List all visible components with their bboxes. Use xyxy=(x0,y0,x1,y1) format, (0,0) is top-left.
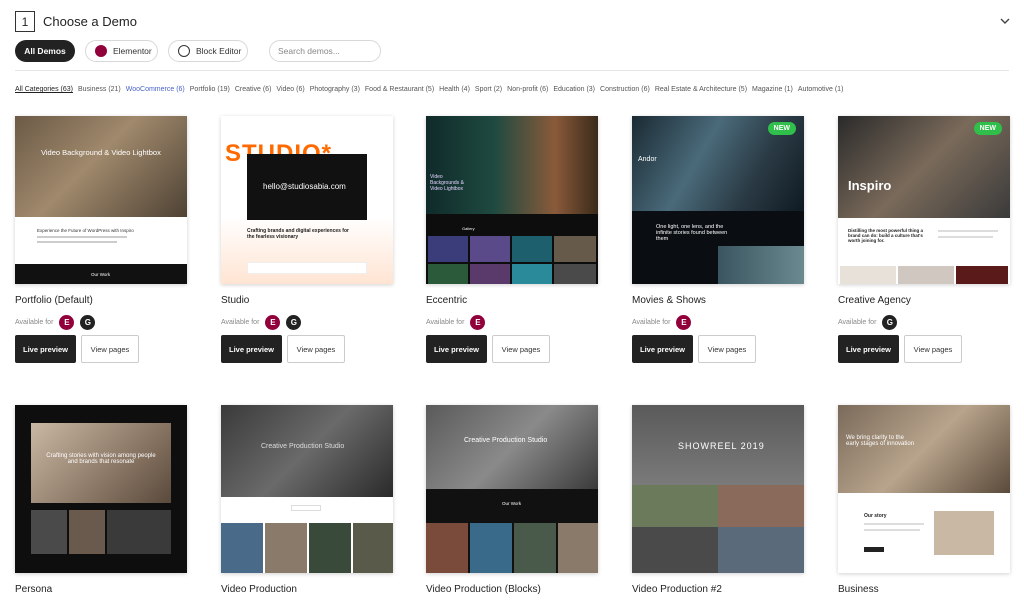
block-editor-icon: G xyxy=(882,314,898,330)
available-for: Available for G xyxy=(838,314,898,330)
thumb-footer: Crafting brands and digital experiences … xyxy=(247,228,349,240)
available-for-label: Available for xyxy=(632,318,671,326)
demo-thumbnail[interactable]: Crafting stories with vision among peopl… xyxy=(15,405,187,573)
category-all[interactable]: All Categories (63) xyxy=(15,86,73,93)
thumb-subheading: One light, one lens, and the infinite st… xyxy=(656,224,728,242)
live-preview-button[interactable]: Live preview xyxy=(632,335,693,363)
available-for: Available for E xyxy=(426,314,486,330)
elementor-icon xyxy=(95,45,107,57)
demo-thumbnail[interactable]: Video Backgrounds & Video Lightbox Galle… xyxy=(426,116,598,284)
thumb-heading: We bring clarity to the early stages of … xyxy=(846,435,915,447)
available-for-label: Available for xyxy=(221,318,260,326)
demo-title: Studio xyxy=(221,295,250,306)
demo-thumbnail[interactable]: STUDIO* hello@studiosabia.com Crafting b… xyxy=(221,116,393,284)
available-for-label: Available for xyxy=(426,318,465,326)
thumb-heading: Creative Production Studio xyxy=(261,443,345,450)
demo-title: Movies & Shows xyxy=(632,295,706,306)
thumb-subheading: Experience the Future of WordPress with … xyxy=(37,228,134,233)
demo-thumbnail[interactable]: Inspiro Distilling the most powerful thi… xyxy=(838,116,1010,284)
thumb-heading: Andor xyxy=(638,156,657,163)
demo-thumbnail[interactable]: Creative Production Studio Our Work xyxy=(426,405,598,573)
view-pages-button[interactable]: View pages xyxy=(492,335,550,363)
demo-title: Creative Agency xyxy=(838,295,911,306)
elementor-icon: E xyxy=(265,314,281,330)
filter-elementor-label: Elementor xyxy=(113,46,152,56)
demo-title: Video Production #2 xyxy=(632,584,722,595)
category-video[interactable]: Video (6) xyxy=(276,86,304,93)
new-badge: NEW xyxy=(767,122,796,135)
thumb-subheading: Distilling the most powerful thing a bra… xyxy=(848,228,923,243)
thumb-footer: Our Work xyxy=(91,272,111,277)
thumb-email: hello@studiosabia.com xyxy=(263,182,346,191)
view-pages-button[interactable]: View pages xyxy=(81,335,139,363)
category-automotive[interactable]: Automotive (1) xyxy=(798,86,844,93)
category-food-restaurant[interactable]: Food & Restaurant (5) xyxy=(365,86,434,93)
demo-thumbnail[interactable]: SHOWREEL 2019 xyxy=(632,405,804,573)
demo-thumbnail[interactable]: Andor One light, one lens, and the infin… xyxy=(632,116,804,284)
view-pages-button[interactable]: View pages xyxy=(287,335,345,363)
demo-title: Business xyxy=(838,584,879,595)
elementor-icon: E xyxy=(59,314,75,330)
available-for-label: Available for xyxy=(838,318,877,326)
chevron-down-icon[interactable] xyxy=(999,15,1011,27)
demo-thumbnail[interactable]: Video Background & Video Lightbox Experi… xyxy=(15,116,187,284)
category-woocommerce[interactable]: WooCommerce (6) xyxy=(126,86,185,93)
live-preview-button[interactable]: Live preview xyxy=(426,335,487,363)
category-portfolio[interactable]: Portfolio (19) xyxy=(190,86,230,93)
thumb-gallery: Gallery xyxy=(462,226,475,231)
category-photography[interactable]: Photography (3) xyxy=(310,86,360,93)
demo-title: Video Production (Blocks) xyxy=(426,584,541,595)
category-sport[interactable]: Sport (2) xyxy=(475,86,502,93)
divider xyxy=(15,70,1009,71)
available-for: Available for E xyxy=(632,314,692,330)
demo-title: Persona xyxy=(15,584,53,595)
wordpress-icon xyxy=(178,45,190,57)
available-for: Available for E G xyxy=(221,314,302,330)
category-magazine[interactable]: Magazine (1) xyxy=(752,86,793,93)
block-editor-icon: G xyxy=(80,314,96,330)
live-preview-button[interactable]: Live preview xyxy=(221,335,282,363)
new-badge: NEW xyxy=(973,122,1002,135)
search-placeholder: Search demos... xyxy=(278,46,340,56)
thumb-subheading: Our story xyxy=(864,513,887,519)
available-for: Available for E G xyxy=(15,314,96,330)
search-input[interactable]: Search demos... xyxy=(269,40,381,62)
demo-title: Video Production xyxy=(221,584,297,595)
category-real-estate[interactable]: Real Estate & Architecture (5) xyxy=(655,86,747,93)
category-health[interactable]: Health (4) xyxy=(439,86,470,93)
thumb-heading: Video Background & Video Lightbox xyxy=(41,148,161,157)
thumb-heading: Video Backgrounds & Video Lightbox xyxy=(430,174,464,192)
thumb-heading: Inspiro xyxy=(848,178,892,193)
filter-block-editor[interactable]: Block Editor xyxy=(168,40,248,62)
filter-elementor[interactable]: Elementor xyxy=(85,40,158,62)
category-education[interactable]: Education (3) xyxy=(553,86,595,93)
block-editor-icon: G xyxy=(286,314,302,330)
available-for-label: Available for xyxy=(15,318,54,326)
step-number: 1 xyxy=(15,11,35,32)
demo-title: Portfolio (Default) xyxy=(15,295,93,306)
elementor-icon: E xyxy=(470,314,486,330)
thumb-heading: Creative Production Studio xyxy=(464,437,548,444)
live-preview-button[interactable]: Live preview xyxy=(838,335,899,363)
page-title: Choose a Demo xyxy=(43,14,137,29)
view-pages-button[interactable]: View pages xyxy=(698,335,756,363)
category-creative[interactable]: Creative (6) xyxy=(235,86,272,93)
demo-thumbnail[interactable]: We bring clarity to the early stages of … xyxy=(838,405,1010,573)
category-non-profit[interactable]: Non-profit (6) xyxy=(507,86,548,93)
category-construction[interactable]: Construction (6) xyxy=(600,86,650,93)
thumb-heading: SHOWREEL 2019 xyxy=(678,441,765,451)
category-business[interactable]: Business (21) xyxy=(78,86,121,93)
live-preview-button[interactable]: Live preview xyxy=(15,335,76,363)
filter-all-demos[interactable]: All Demos xyxy=(15,40,75,62)
category-list: All Categories (63) Business (21) WooCom… xyxy=(15,86,843,93)
demo-thumbnail[interactable]: Creative Production Studio xyxy=(221,405,393,573)
elementor-icon: E xyxy=(676,314,692,330)
thumb-subheading: Our Work xyxy=(502,501,522,506)
demo-title: Eccentric xyxy=(426,295,468,306)
thumb-heading: Crafting stories with vision among peopl… xyxy=(46,453,156,465)
filter-block-editor-label: Block Editor xyxy=(196,46,242,56)
view-pages-button[interactable]: View pages xyxy=(904,335,962,363)
